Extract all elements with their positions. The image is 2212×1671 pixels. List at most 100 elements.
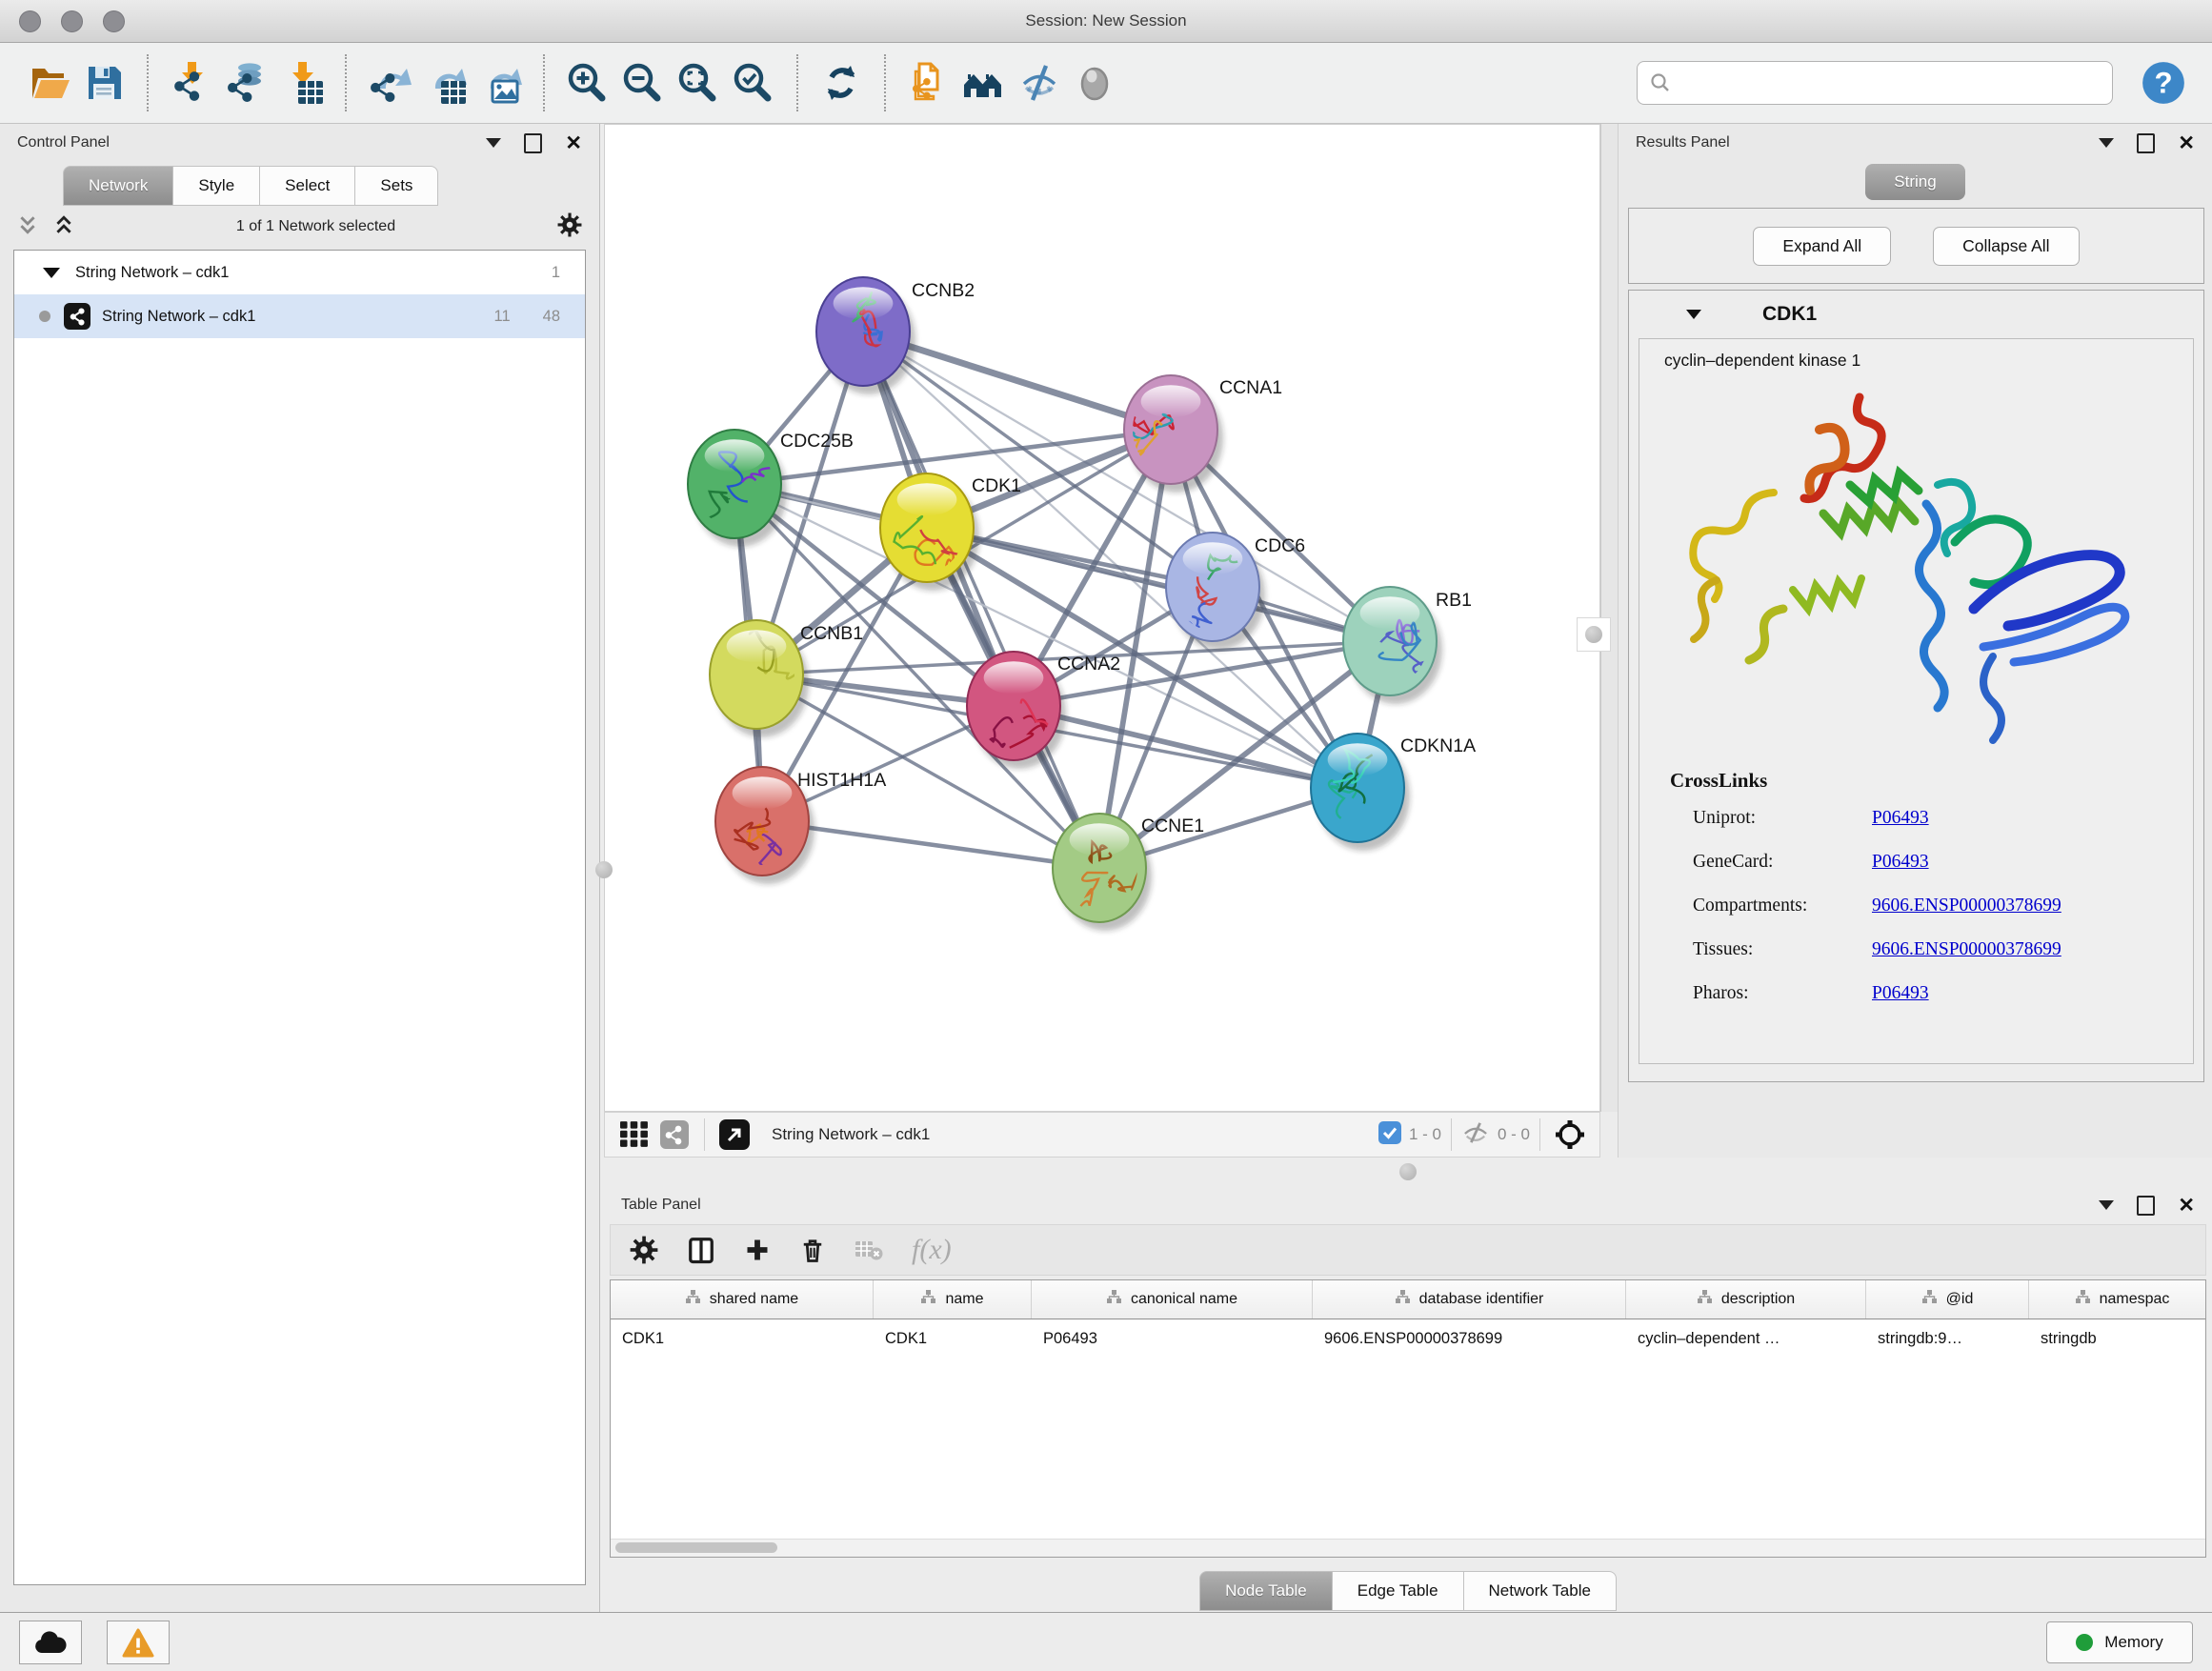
cloud-status-button[interactable] (19, 1621, 82, 1664)
collapse-all-button[interactable]: Collapse All (1933, 227, 2079, 266)
table-horizontal-scrollbar[interactable] (611, 1539, 2205, 1557)
table-cell[interactable]: CDK1 (611, 1330, 874, 1348)
zoom-fit-button[interactable] (671, 50, 726, 115)
column-header-sharedname[interactable]: shared name (611, 1280, 874, 1319)
expand-all-button[interactable]: Expand All (1753, 227, 1891, 266)
node-table: shared namenamecanonical namedatabase id… (610, 1279, 2206, 1558)
network-node-CDC6[interactable] (1166, 533, 1265, 650)
protein-collapse-icon[interactable] (1686, 310, 1701, 319)
tab-edge-table[interactable]: Edge Table (1333, 1571, 1464, 1611)
network-node-CCNE1[interactable] (1053, 814, 1152, 931)
network-node-CDKN1A[interactable] (1311, 734, 1410, 851)
table-panel-collapse-icon[interactable] (2099, 1200, 2114, 1210)
crosslink-link[interactable]: P06493 (1872, 808, 1929, 829)
network-edge-CCNB2-CCNE1[interactable] (863, 332, 1099, 868)
network-node-CCNA1[interactable] (1111, 375, 1223, 493)
control-panel-close-icon[interactable]: ✕ (565, 133, 582, 153)
table-panel-splitter[interactable] (604, 1158, 2212, 1186)
expand-all-networks-icon[interactable] (53, 214, 74, 240)
show-columns-icon[interactable] (687, 1236, 715, 1264)
tab-network-table[interactable]: Network Table (1464, 1571, 1617, 1611)
window-close-button[interactable] (19, 10, 41, 32)
control-panel-float-icon[interactable] (524, 133, 542, 153)
network-tree-root-row[interactable]: String Network – cdk1 1 (14, 251, 585, 294)
tree-expand-icon[interactable] (43, 268, 60, 278)
network-options-gear-icon[interactable] (557, 212, 582, 242)
tab-node-table[interactable]: Node Table (1199, 1571, 1333, 1611)
network-node-RB1[interactable] (1343, 587, 1442, 704)
scrollbar-thumb[interactable] (615, 1542, 777, 1553)
crosslink-link[interactable]: 9606.ENSP00000378699 (1872, 939, 2061, 960)
delete-column-icon[interactable] (799, 1236, 826, 1264)
table-settings-gear-icon[interactable] (630, 1236, 658, 1264)
detach-view-icon[interactable] (714, 1117, 754, 1152)
export-table-button[interactable] (417, 50, 473, 115)
import-table-file-button[interactable] (274, 50, 330, 115)
export-network-button[interactable] (362, 50, 417, 115)
column-header-databaseidentifier[interactable]: database identifier (1313, 1280, 1626, 1319)
column-header-description[interactable]: description (1626, 1280, 1866, 1319)
crosslink-link[interactable]: P06493 (1872, 852, 1929, 873)
table-cell[interactable]: CDK1 (874, 1330, 1032, 1348)
table-cell[interactable]: stringdb (2029, 1330, 2206, 1348)
save-session-button[interactable] (76, 50, 131, 115)
network-tree-child-row[interactable]: String Network – cdk1 11 48 (14, 294, 585, 338)
network-node-CCNB2[interactable] (816, 277, 915, 394)
table-cell[interactable]: 9606.ENSP00000378699 (1313, 1330, 1626, 1348)
table-panel-float-icon[interactable] (2137, 1196, 2155, 1216)
results-splitter-strip[interactable] (1600, 124, 1618, 1112)
home-view-button[interactable] (956, 50, 1012, 115)
add-column-icon[interactable] (744, 1237, 771, 1263)
tab-network[interactable]: Network (63, 166, 173, 206)
column-header-name[interactable]: name (874, 1280, 1032, 1319)
column-header-id[interactable]: @id (1866, 1280, 2029, 1319)
zoom-in-button[interactable] (560, 50, 615, 115)
results-splitter-handle[interactable] (1577, 617, 1611, 652)
help-button[interactable]: ? (2140, 59, 2187, 107)
column-header-namespac[interactable]: namespac (2029, 1280, 2206, 1319)
network-node-CDK1[interactable] (880, 473, 979, 591)
table-row[interactable]: CDK1CDK1P064939606.ENSP00000378699cyclin… (611, 1319, 2205, 1358)
import-network-file-button[interactable] (164, 50, 219, 115)
results-panel-close-icon[interactable]: ✕ (2178, 133, 2195, 153)
open-session-button[interactable] (21, 50, 76, 115)
table-cell[interactable]: cyclin–dependent … (1626, 1330, 1866, 1348)
zoom-out-button[interactable] (615, 50, 671, 115)
window-zoom-button[interactable] (103, 10, 125, 32)
network-canvas[interactable]: CCNB2CCNA1CDC25BCDK1CDC6RB1CCNB1CCNA2CDK… (604, 124, 1600, 1112)
left-splitter-handle[interactable] (588, 854, 620, 886)
export-image-button[interactable] (473, 50, 528, 115)
table-panel-close-icon[interactable]: ✕ (2178, 1196, 2195, 1216)
network-node-CDC25B[interactable] (688, 430, 787, 547)
selected-checkbox-icon[interactable] (1378, 1121, 1401, 1149)
hide-selected-button[interactable] (1012, 50, 1067, 115)
warnings-button[interactable] (107, 1621, 170, 1664)
tab-style[interactable]: Style (173, 166, 260, 206)
import-network-database-button[interactable] (219, 50, 274, 115)
collapse-all-networks-icon[interactable] (17, 214, 38, 240)
memory-button[interactable]: Memory (2046, 1621, 2193, 1663)
show-gradient-button[interactable] (1067, 50, 1122, 115)
tab-select[interactable]: Select (260, 166, 355, 206)
window-minimize-button[interactable] (61, 10, 83, 32)
results-tab-string[interactable]: String (1865, 164, 1964, 200)
table-cell[interactable]: P06493 (1032, 1330, 1313, 1348)
refresh-network-button[interactable] (814, 50, 869, 115)
table-cell[interactable]: stringdb:9… (1866, 1330, 2029, 1348)
search-box[interactable] (1637, 61, 2113, 105)
annotations-button[interactable] (901, 50, 956, 115)
column-header-canonicalname[interactable]: canonical name (1032, 1280, 1313, 1319)
tab-sets[interactable]: Sets (355, 166, 438, 206)
crosslink-link[interactable]: P06493 (1872, 983, 1929, 1004)
network-edge-CDK1-RB1[interactable] (927, 528, 1390, 641)
search-input[interactable] (1679, 72, 2101, 94)
results-panel-collapse-icon[interactable] (2099, 138, 2114, 148)
network-node-CCNB1[interactable] (710, 620, 809, 737)
zoom-selected-button[interactable] (726, 50, 781, 115)
grid-view-icon[interactable] (614, 1117, 654, 1152)
crosslink-link[interactable]: 9606.ENSP00000378699 (1872, 896, 2061, 916)
network-overview-icon[interactable] (654, 1117, 694, 1152)
control-panel-collapse-icon[interactable] (486, 138, 501, 148)
fit-selected-crosshair-icon[interactable] (1550, 1117, 1590, 1152)
results-panel-float-icon[interactable] (2137, 133, 2155, 153)
